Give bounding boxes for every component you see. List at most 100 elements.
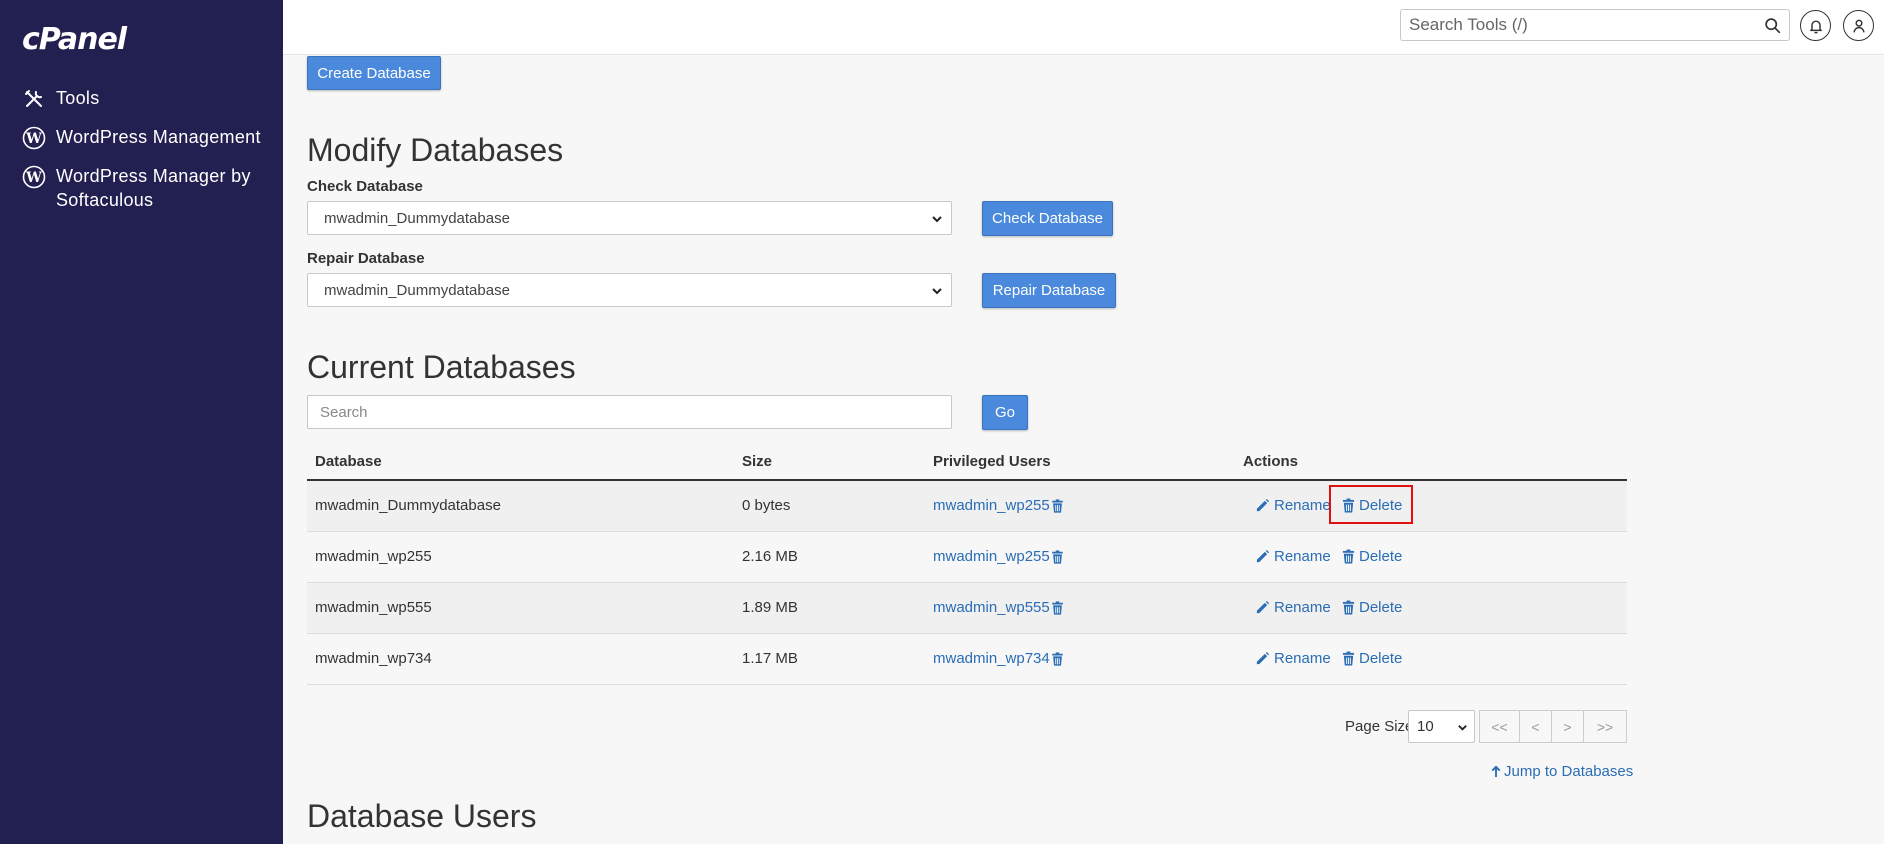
delete-action[interactable]: Delete — [1342, 650, 1402, 667]
repair-database-select[interactable]: mwadmin_Dummydatabase — [307, 273, 952, 307]
sidebar-item-wordpress-manager-softaculous[interactable]: W WordPress Manager by Softaculous — [0, 164, 283, 212]
chevron-down-icon — [932, 216, 942, 223]
delete-label: Delete — [1359, 497, 1403, 514]
first-page-button[interactable]: << — [1479, 710, 1520, 743]
rename-label: Rename — [1274, 497, 1331, 514]
delete-action[interactable]: Delete — [1342, 548, 1402, 565]
sidebar-item-label: Tools — [56, 88, 100, 108]
table-row: mwadmin_wp734 1.17 MB mwadmin_wp734 Rena… — [307, 634, 1627, 685]
table-header: Database Size Privileged Users Actions — [307, 444, 1627, 481]
wordpress-icon: W — [22, 126, 46, 150]
chevron-down-icon — [1458, 725, 1467, 731]
rename-label: Rename — [1274, 650, 1331, 667]
jump-label: Jump to Databases — [1504, 763, 1634, 780]
revoke-user-trash-icon[interactable] — [1051, 549, 1064, 564]
database-size: 1.89 MB — [742, 599, 798, 616]
privileged-user: mwadmin_wp734 — [933, 650, 1064, 667]
database-name: mwadmin_wp555 — [315, 599, 432, 616]
sidebar: cPanel Tools W WordPress Management W Wo… — [0, 0, 283, 844]
delete-label: Delete — [1359, 599, 1403, 616]
pencil-icon — [1256, 651, 1270, 665]
table-row: mwadmin_Dummydatabase 0 bytes mwadmin_wp… — [307, 481, 1627, 532]
rename-action[interactable]: Rename — [1255, 650, 1331, 667]
prev-page-button[interactable]: < — [1519, 710, 1552, 743]
svg-text:W: W — [25, 170, 42, 186]
create-database-button[interactable]: Create Database — [307, 56, 441, 90]
privileged-user-link[interactable]: mwadmin_wp255 — [933, 548, 1050, 565]
trash-icon — [1342, 651, 1355, 666]
arrow-up-icon — [1491, 765, 1501, 778]
main-content: Create Database Modify Databases Check D… — [283, 55, 1884, 844]
database-size: 1.17 MB — [742, 650, 798, 667]
go-button[interactable]: Go — [982, 395, 1028, 430]
sidebar-nav: Tools W WordPress Management W WordPress… — [0, 86, 283, 226]
page-size-select[interactable]: 10 — [1408, 710, 1475, 743]
modify-databases-heading: Modify Databases — [307, 132, 564, 168]
repair-database-label: Repair Database — [307, 250, 425, 267]
page-size-label: Page Size — [1345, 718, 1414, 735]
page-size-value: 10 — [1417, 718, 1434, 735]
sidebar-item-label: WordPress Manager by Softaculous — [56, 166, 251, 210]
privileged-user-link[interactable]: mwadmin_wp255 — [933, 497, 1050, 514]
trash-icon — [1342, 600, 1355, 615]
privileged-user-link[interactable]: mwadmin_wp555 — [933, 599, 1050, 616]
pencil-icon — [1256, 498, 1270, 512]
check-database-value: mwadmin_Dummydatabase — [324, 209, 510, 227]
current-databases-heading: Current Databases — [307, 349, 576, 385]
delete-label: Delete — [1359, 548, 1403, 565]
column-database[interactable]: Database — [315, 453, 382, 470]
privileged-user: mwadmin_wp555 — [933, 599, 1064, 616]
notifications-button[interactable] — [1800, 10, 1831, 41]
sidebar-item-wordpress-management[interactable]: W WordPress Management — [0, 125, 283, 150]
search-tools-input[interactable] — [1401, 10, 1741, 40]
database-size: 0 bytes — [742, 497, 791, 514]
rename-action[interactable]: Rename — [1255, 599, 1331, 616]
trash-icon — [1342, 549, 1355, 564]
pencil-icon — [1256, 549, 1270, 563]
rename-action[interactable]: Rename — [1255, 548, 1331, 565]
trash-icon — [1342, 498, 1355, 513]
top-header — [283, 0, 1884, 55]
privileged-user: mwadmin_wp255 — [933, 497, 1064, 514]
jump-to-databases-link[interactable]: Jump to Databases — [1491, 763, 1633, 780]
database-search-input[interactable] — [308, 396, 951, 428]
database-size: 2.16 MB — [742, 548, 798, 565]
svg-text:W: W — [25, 131, 42, 147]
database-name: mwadmin_wp255 — [315, 548, 432, 565]
user-menu-button[interactable] — [1843, 10, 1874, 41]
privileged-user: mwadmin_wp255 — [933, 548, 1064, 565]
user-icon — [1852, 19, 1865, 33]
repair-database-button[interactable]: Repair Database — [982, 273, 1116, 308]
check-database-button[interactable]: Check Database — [982, 201, 1113, 236]
wordpress-icon: W — [22, 165, 46, 189]
database-search-field[interactable] — [307, 395, 952, 429]
delete-action[interactable]: Delete — [1342, 599, 1402, 616]
delete-action[interactable]: Delete — [1342, 497, 1402, 514]
privileged-user-link[interactable]: mwadmin_wp734 — [933, 650, 1050, 667]
revoke-user-trash-icon[interactable] — [1051, 498, 1064, 513]
cpanel-logo[interactable]: cPanel — [22, 22, 127, 57]
repair-database-value: mwadmin_Dummydatabase — [324, 281, 510, 299]
next-page-button[interactable]: > — [1551, 710, 1584, 743]
revoke-user-trash-icon[interactable] — [1051, 651, 1064, 666]
table-row: mwadmin_wp255 2.16 MB mwadmin_wp255 Rena… — [307, 532, 1627, 583]
column-size[interactable]: Size — [742, 453, 772, 470]
sidebar-item-label: WordPress Management — [56, 127, 261, 147]
rename-label: Rename — [1274, 599, 1331, 616]
databases-table: Database Size Privileged Users Actions m… — [307, 444, 1627, 685]
check-database-select[interactable]: mwadmin_Dummydatabase — [307, 201, 952, 235]
database-name: mwadmin_wp734 — [315, 650, 432, 667]
check-database-label: Check Database — [307, 178, 423, 195]
table-body: mwadmin_Dummydatabase 0 bytes mwadmin_wp… — [307, 481, 1627, 685]
column-privileged-users: Privileged Users — [933, 453, 1051, 470]
tools-icon — [25, 90, 42, 107]
delete-label: Delete — [1359, 650, 1403, 667]
search-tools-field[interactable] — [1400, 9, 1790, 41]
sidebar-item-tools[interactable]: Tools — [0, 86, 283, 111]
rename-action[interactable]: Rename — [1255, 497, 1331, 514]
search-icon[interactable] — [1764, 17, 1781, 34]
table-row: mwadmin_wp555 1.89 MB mwadmin_wp555 Rena… — [307, 583, 1627, 634]
last-page-button[interactable]: >> — [1583, 710, 1627, 743]
revoke-user-trash-icon[interactable] — [1051, 600, 1064, 615]
rename-label: Rename — [1274, 548, 1331, 565]
